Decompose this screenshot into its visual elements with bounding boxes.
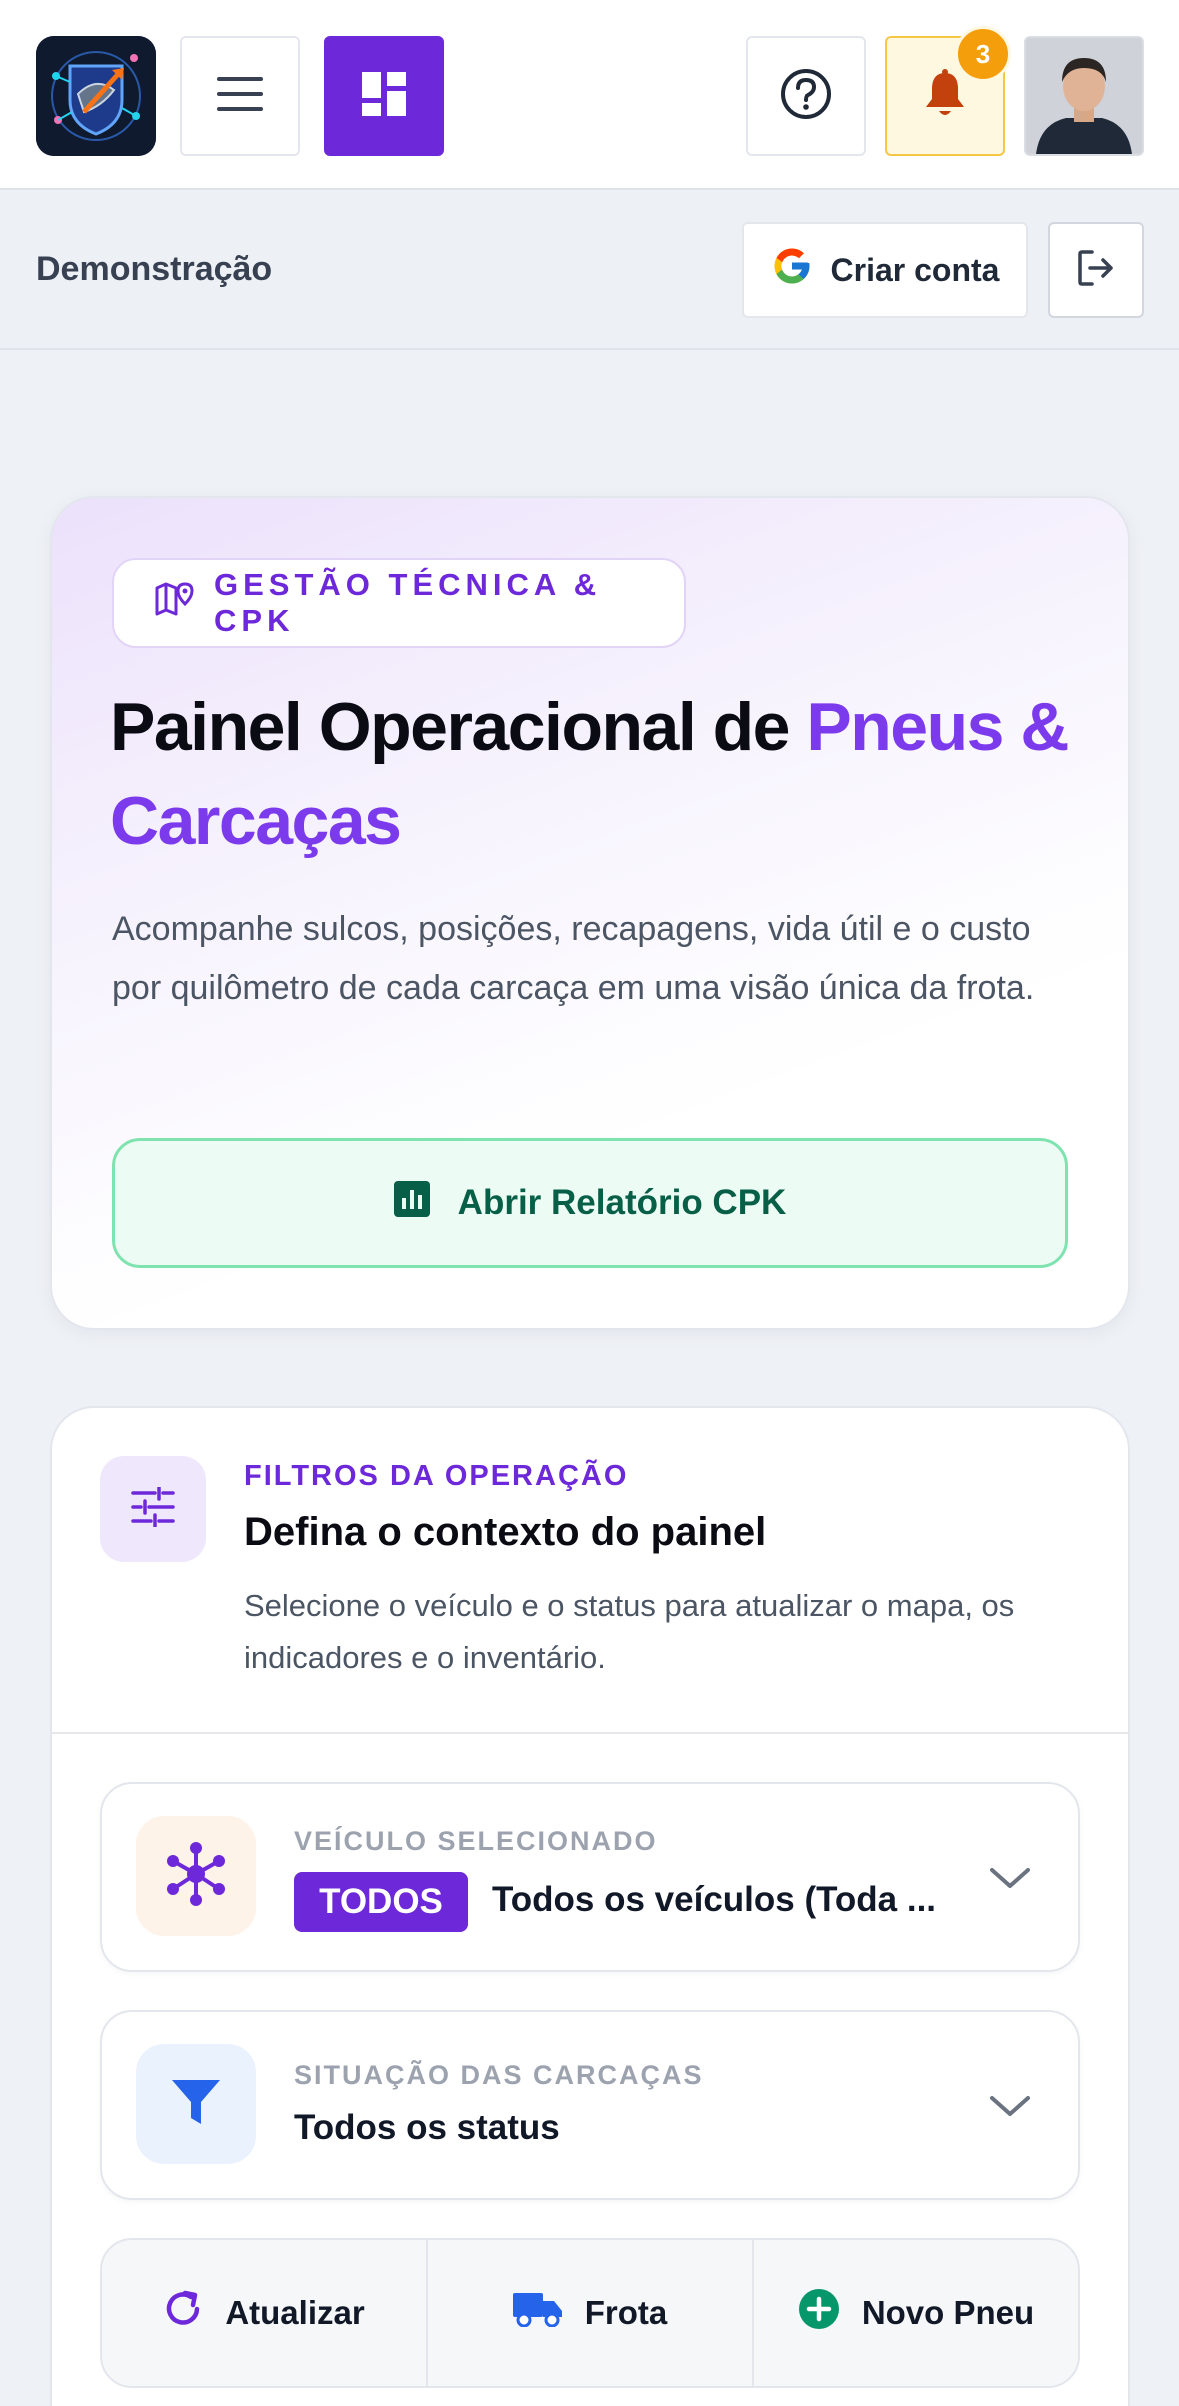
section-badge-label: GESTÃO TÉCNICA & CPK [214,567,602,638]
filters-title: Defina o contexto do painel [244,1510,767,1554]
filter-icon [170,2076,222,2133]
filters-icon-tile [100,1456,206,1562]
page-title-main: Painel Operacional de [110,689,807,765]
help-button[interactable] [746,36,866,156]
account-label: Demonstração [36,250,273,288]
status-icon-tile [136,2044,256,2164]
vehicle-select-label: VEÍCULO SELECIONADO [294,1826,658,1856]
refresh-button[interactable]: Atualizar [102,2240,426,2386]
truck-icon [512,2291,563,2335]
google-icon [771,245,813,295]
vehicle-tag: TODOS [294,1872,468,1932]
page-title: Painel Operacional de Pneus & Carcaças [110,680,1090,868]
help-icon [779,67,833,126]
new-tire-button[interactable]: Novo Pneu [752,2240,1078,2386]
section-badge: GESTÃO TÉCNICA & CPK [112,558,686,648]
logout-button[interactable] [1048,222,1144,318]
map-icon [154,580,194,626]
open-cpk-report-label: Abrir Relatório CPK [457,1183,787,1222]
plus-circle-icon [798,2288,840,2338]
menu-button[interactable] [180,36,300,156]
dashboard-icon [362,71,406,121]
filters-description: Selecione o veículo e o status para atua… [244,1588,1015,1675]
sliders-icon [131,1484,175,1532]
bell-icon [923,68,967,124]
new-tire-label: Novo Pneu [861,2294,1035,2331]
status-select-value: Todos os status [294,2108,560,2147]
refresh-label: Atualizar [225,2294,365,2331]
dashboard-button[interactable] [324,36,444,156]
filters-divider [50,1732,1130,1734]
page-description: Acompanhe sulcos, posições, recapagens, … [112,910,1035,1007]
logout-icon [1076,248,1116,293]
fleet-label: Frota [584,2294,668,2331]
menu-icon [217,76,263,116]
create-account-label: Criar conta [830,251,1000,288]
refresh-icon [163,2289,203,2337]
chart-icon [393,1180,430,1226]
avatar[interactable] [1024,36,1144,156]
notification-count-badge: 3 [955,26,1011,82]
fleet-button[interactable]: Frota [426,2240,752,2386]
chevron-down-icon [988,2092,1032,2120]
open-cpk-report-button[interactable]: Abrir Relatório CPK [112,1138,1068,1268]
chevron-down-icon [988,1864,1032,1892]
status-select-label: SITUAÇÃO DAS CARCAÇAS [294,2060,704,2090]
create-account-button[interactable]: Criar conta [742,222,1028,318]
app-logo[interactable] [36,36,156,156]
filters-actions: Atualizar Frota Novo Pneu [100,2238,1080,2388]
vehicle-select-value: Todos os veículos (Toda ... [492,1880,937,1919]
network-icon [161,1839,231,1914]
filters-kicker: FILTROS DA OPERAÇÃO [244,1460,629,1492]
vehicle-icon-tile [136,1816,256,1936]
